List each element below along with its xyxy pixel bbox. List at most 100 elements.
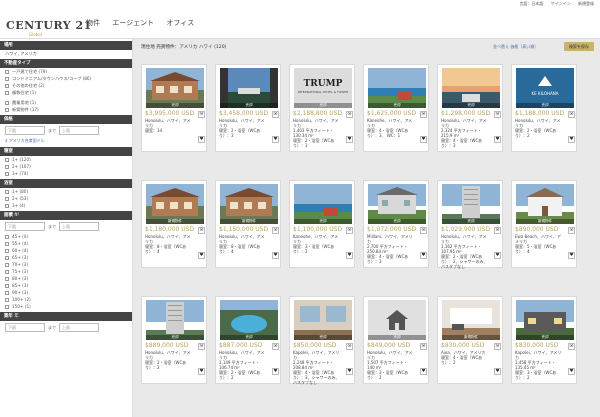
type-option[interactable]: その他の住宅 (2) (0, 82, 132, 89)
signin-link[interactable]: サインイン (551, 1, 571, 6)
price-max-input[interactable]: 上限 (59, 126, 99, 135)
checkbox[interactable] (5, 189, 9, 194)
listing-card[interactable]: TRUMP INTERNATIONAL HOTEL & TOWER 売却 $2,188… (289, 64, 355, 152)
listing-price[interactable]: $889,000 USD (145, 342, 188, 349)
listing-card[interactable]: 売却 $887,000 USD Honolulu、ハワイ、アメリカ 1,149 平方フ… (215, 296, 281, 384)
filter-type-head[interactable]: 不動産タイプ (0, 59, 132, 68)
filter-year-head[interactable]: 築年 年 (0, 312, 132, 321)
language-selector[interactable]: 言語：日本語 (519, 1, 543, 6)
checkbox[interactable] (5, 90, 9, 95)
listing-card[interactable]: 売却 $889,000 USD Honolulu、ハワイ、アメリカ 寝室：2・浴室（W… (141, 296, 207, 384)
checkbox[interactable] (5, 196, 9, 201)
favorite-heart-icon[interactable]: ♥ (272, 252, 279, 259)
checkbox[interactable] (5, 107, 9, 112)
favorite-heart-icon[interactable]: ♥ (272, 368, 279, 375)
age-option[interactable]: 90+ (3) (0, 289, 132, 296)
type-option[interactable]: 複数住宅 (1) (0, 89, 132, 96)
listing-card[interactable]: 売却 $1,298,000 USD Honolulu、ハワイ、アメリカ 2,324 平… (437, 64, 503, 152)
contact-mail-icon[interactable]: ✉ (494, 111, 501, 118)
listing-photo[interactable]: 売却 (294, 300, 352, 340)
checkbox[interactable] (5, 157, 9, 162)
contact-mail-icon[interactable]: ✉ (198, 111, 205, 118)
listing-photo[interactable]: 新規物件 (220, 184, 278, 224)
favorite-heart-icon[interactable]: ♥ (568, 252, 575, 259)
contact-mail-icon[interactable]: ✉ (494, 227, 501, 234)
listing-card[interactable]: 新規物件 $1,150,000 USD Honolulu、ハワイ、アメリカ 寝室：8・… (215, 180, 281, 268)
checkbox[interactable] (5, 283, 9, 288)
size-max-input[interactable]: 上限 (59, 222, 99, 231)
year-min-input[interactable]: 下限 (5, 323, 45, 332)
listing-photo[interactable]: 売却 (442, 184, 500, 224)
listing-price[interactable]: $1,298,000 USD (441, 110, 490, 117)
listing-photo[interactable]: 売却 (146, 300, 204, 340)
register-link[interactable]: 新規登録 (578, 1, 594, 6)
listing-card[interactable]: 売却 $3,995,000 USD Honolulu、ハワイ、アメリカ 寝室：14 ✉ ♥ (141, 64, 207, 152)
age-option[interactable]: 75+ (3) (0, 268, 132, 275)
checkbox[interactable] (5, 297, 9, 302)
checkbox[interactable] (5, 276, 9, 281)
checkbox[interactable] (5, 69, 9, 74)
age-option[interactable]: 45+ (4) (0, 233, 132, 240)
bed-option[interactable]: 2+ (107) (0, 163, 132, 170)
contact-mail-icon[interactable]: ✉ (272, 111, 279, 118)
listing-price[interactable]: $3,458,000 USD (219, 110, 268, 117)
sort-control[interactable]: 並べ替え 価格（高い順） (493, 44, 538, 50)
nav-properties[interactable]: 物件 (86, 19, 100, 27)
listing-price[interactable]: $849,000 USD (367, 342, 410, 349)
listing-photo[interactable]: TRUMP INTERNATIONAL HOTEL & TOWER 売却 (294, 68, 352, 108)
favorite-heart-icon[interactable]: ♥ (494, 368, 501, 375)
favorite-heart-icon[interactable]: ♥ (198, 252, 205, 259)
checkbox[interactable] (5, 83, 9, 88)
contact-mail-icon[interactable]: ✉ (568, 343, 575, 350)
save-search-button[interactable]: 検索を保存 (564, 42, 594, 51)
age-option[interactable]: 150+ (1) (0, 303, 132, 310)
listing-card[interactable]: 新規物件 $890,000 USD Ewa Beach、ハワイ、アメリカ 寝室：5・浴… (511, 180, 577, 268)
listing-photo[interactable]: 新規物件 (146, 184, 204, 224)
age-option[interactable]: 55+ (4) (0, 240, 132, 247)
favorite-heart-icon[interactable]: ♥ (346, 136, 353, 143)
listing-price[interactable]: $850,000 USD (293, 342, 336, 349)
favorite-heart-icon[interactable]: ♥ (568, 368, 575, 375)
checkbox[interactable] (5, 234, 9, 239)
listing-photo[interactable]: 売却 (368, 300, 426, 340)
type-option[interactable]: 新築物件 (17) (0, 106, 132, 113)
checkbox[interactable] (5, 262, 9, 267)
contact-mail-icon[interactable]: ✉ (420, 227, 427, 234)
checkbox[interactable] (5, 290, 9, 295)
contact-mail-icon[interactable]: ✉ (420, 343, 427, 350)
checkbox[interactable] (5, 269, 9, 274)
listing-price[interactable]: $1,188,000 USD (515, 110, 564, 117)
listing-photo[interactable]: 新規物件 (516, 184, 574, 224)
checkbox[interactable] (5, 304, 9, 309)
contact-mail-icon[interactable]: ✉ (420, 111, 427, 118)
checkbox[interactable] (5, 100, 9, 105)
contact-mail-icon[interactable]: ✉ (272, 227, 279, 234)
checkbox[interactable] (5, 164, 9, 169)
contact-mail-icon[interactable]: ✉ (568, 227, 575, 234)
listing-card[interactable]: KE KILOHANA 売却 $1,188,000 USD Honolulu、ハワイ、… (511, 64, 577, 152)
contact-mail-icon[interactable]: ✉ (346, 227, 353, 234)
bath-option[interactable]: 2+ (53) (0, 195, 132, 202)
contact-mail-icon[interactable]: ✉ (272, 343, 279, 350)
listing-photo[interactable]: 売却 (220, 68, 278, 108)
currency-selector[interactable]: $ アメリカ合衆国ドル (0, 137, 132, 145)
listing-card[interactable]: 新規物件 $830,000 USD Aiea、ハワイ、アメリカ 寝室：4・浴室（WCあ… (437, 296, 503, 384)
listing-photo[interactable]: 売却 (368, 184, 426, 224)
age-option[interactable]: 85+ (3) (0, 282, 132, 289)
filter-price-head[interactable]: 価格 (0, 115, 132, 124)
checkbox[interactable] (5, 76, 9, 81)
favorite-heart-icon[interactable]: ♥ (198, 136, 205, 143)
listing-price[interactable]: $1,029,900 USD (441, 226, 490, 233)
favorite-heart-icon[interactable]: ♥ (494, 136, 501, 143)
nav-offices[interactable]: オフィス (166, 19, 194, 27)
contact-mail-icon[interactable]: ✉ (568, 111, 575, 118)
listing-price[interactable]: $1,072,000 USD (367, 226, 416, 233)
listing-price[interactable]: $3,995,000 USD (145, 110, 194, 117)
checkbox[interactable] (5, 241, 9, 246)
listing-price[interactable]: $1,180,000 USD (145, 226, 194, 233)
favorite-heart-icon[interactable]: ♥ (494, 252, 501, 259)
age-option[interactable]: 80+ (3) (0, 275, 132, 282)
type-option[interactable]: 一戸建て住宅 (79) (0, 68, 132, 75)
checkbox[interactable] (5, 248, 9, 253)
contact-mail-icon[interactable]: ✉ (346, 111, 353, 118)
